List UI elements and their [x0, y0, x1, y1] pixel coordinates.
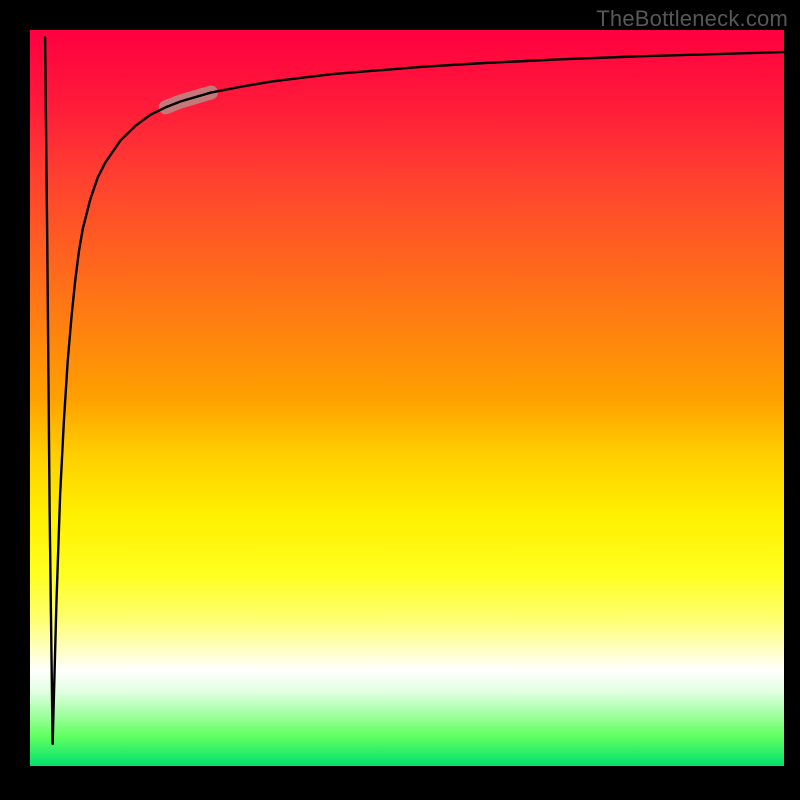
curve-svg — [30, 30, 784, 766]
chart-frame: TheBottleneck.com — [0, 0, 800, 800]
main-curve — [45, 37, 784, 744]
attribution-label: TheBottleneck.com — [596, 6, 788, 32]
gradient-plot-area — [30, 30, 784, 766]
